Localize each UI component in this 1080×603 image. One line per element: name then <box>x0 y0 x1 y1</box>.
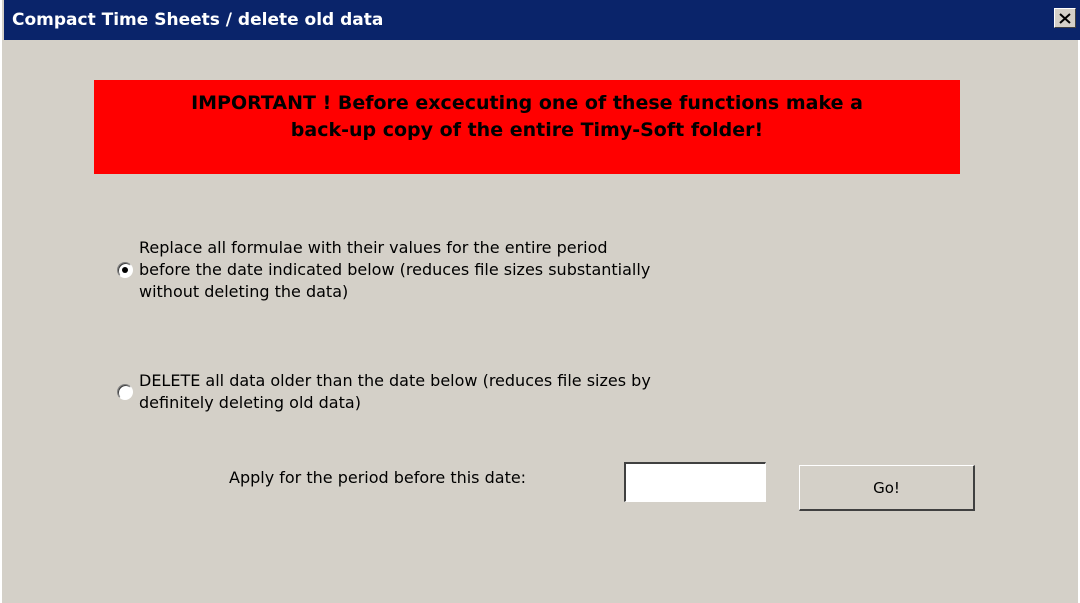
window-title: Compact Time Sheets / delete old data <box>12 10 384 30</box>
option-label-line: before the date indicated below (reduces… <box>139 260 651 279</box>
radio-replace-formulae[interactable] <box>117 262 133 278</box>
radio-delete-old-data[interactable] <box>117 384 133 400</box>
radio-selected-dot <box>122 267 128 273</box>
option-label-line: DELETE all data older than the date belo… <box>139 371 651 390</box>
close-button[interactable] <box>1054 8 1076 28</box>
option-label-line: definitely deleting old data) <box>139 393 361 412</box>
title-bar[interactable]: Compact Time Sheets / delete old data <box>4 0 1080 40</box>
date-input[interactable] <box>624 462 766 502</box>
warning-banner: IMPORTANT ! Before excecuting one of the… <box>94 80 960 174</box>
option-replace-formulae-label: Replace all formulae with their values f… <box>139 237 650 303</box>
option-label-line: without deleting the data) <box>139 282 349 301</box>
option-delete-old-data-label: DELETE all data older than the date belo… <box>139 370 651 414</box>
dialog-window: Compact Time Sheets / delete old data IM… <box>0 0 1080 603</box>
option-replace-formulae[interactable]: Replace all formulae with their values f… <box>117 237 650 303</box>
option-label-line: Replace all formulae with their values f… <box>139 238 608 257</box>
warning-line-2: back-up copy of the entire Timy-Soft fol… <box>290 119 764 141</box>
option-delete-old-data[interactable]: DELETE all data older than the date belo… <box>117 370 651 414</box>
warning-line-1: IMPORTANT ! Before excecuting one of the… <box>191 92 863 114</box>
date-label: Apply for the period before this date: <box>229 468 527 487</box>
go-button[interactable]: Go! <box>799 465 975 511</box>
close-icon <box>1059 12 1071 24</box>
